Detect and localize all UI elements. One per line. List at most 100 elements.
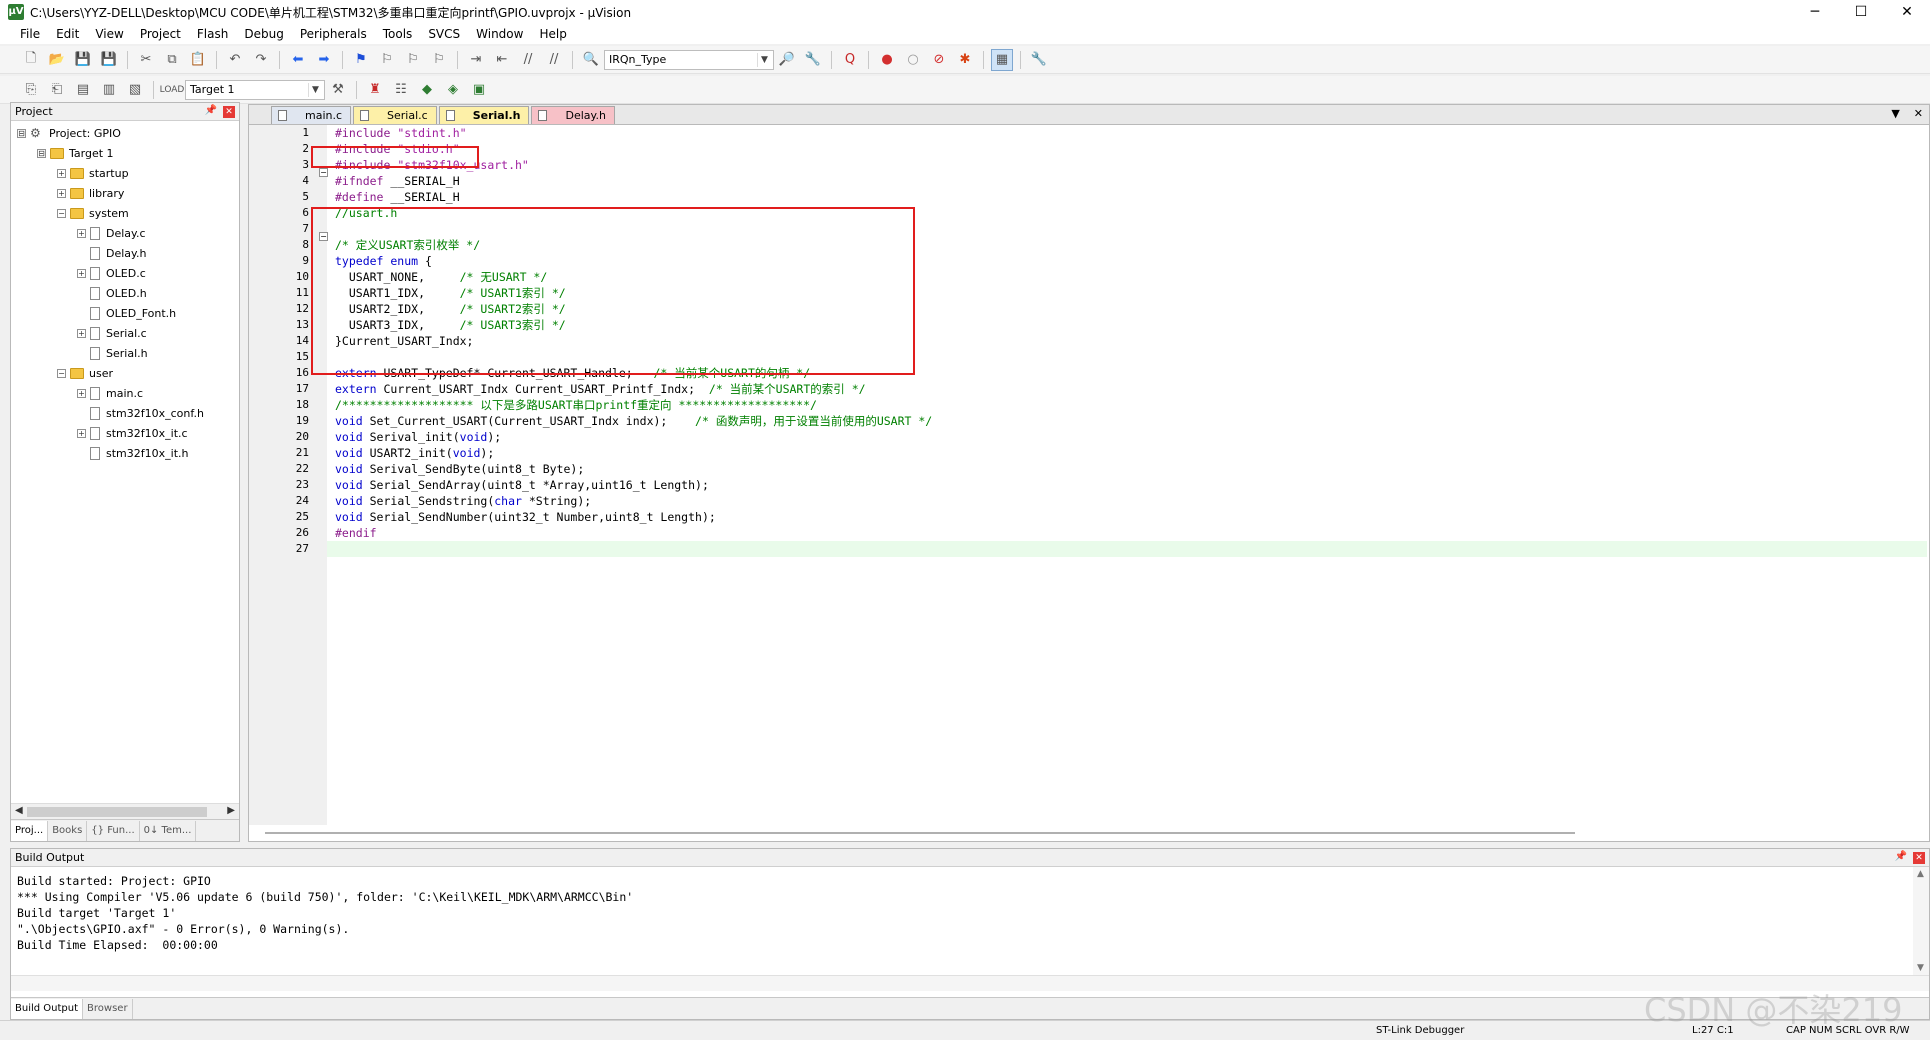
expander-icon[interactable]: + <box>77 228 86 238</box>
maximize-button[interactable]: ☐ <box>1838 0 1884 24</box>
pack-installer-icon[interactable]: ◆ <box>416 79 438 101</box>
tree-item-file[interactable]: stm32f10x_conf.h <box>11 403 239 423</box>
new-file-icon[interactable]: 🗋 <box>20 49 42 71</box>
tab-project[interactable]: Proj... <box>11 820 49 841</box>
tab-functions[interactable]: {} Fun... <box>87 820 140 841</box>
redo-icon[interactable]: ↷ <box>250 49 272 71</box>
tree-item-system[interactable]: − system <box>11 203 239 223</box>
window-layout-icon[interactable]: ▦ <box>991 48 1013 71</box>
file-extensions-icon[interactable]: ☷ <box>390 79 412 101</box>
menu-svcs[interactable]: SVCS <box>420 27 468 41</box>
tab-browser[interactable]: Browser <box>83 998 133 1019</box>
expander-icon[interactable]: + <box>77 268 86 278</box>
code-line[interactable]: /******************* 以下是多路USART串口printf重… <box>327 397 1927 413</box>
tree-item-file[interactable]: + Serial.c <box>11 323 239 343</box>
scroll-right-icon[interactable]: ▶ <box>227 805 235 816</box>
code-line[interactable]: #include "stdint.h" <box>327 125 1927 141</box>
scrollbar-thumb[interactable] <box>27 807 207 817</box>
menu-file[interactable]: File <box>12 27 48 41</box>
expander-icon[interactable]: ⊟ <box>37 148 46 158</box>
code-line[interactable] <box>327 541 1927 557</box>
download-icon[interactable]: LOAD <box>160 79 185 101</box>
menu-tools[interactable]: Tools <box>375 27 421 41</box>
find-in-files-icon[interactable]: 🔍 <box>580 49 602 71</box>
tab-main-c[interactable]: main.c <box>271 106 352 124</box>
cut-icon[interactable]: ✂ <box>135 49 157 71</box>
tree-item-library[interactable]: + library <box>11 183 239 203</box>
tree-item-file[interactable]: stm32f10x_it.h <box>11 443 239 463</box>
close-icon[interactable]: ✕ <box>1913 852 1925 864</box>
tab-delay-h[interactable]: Delay.h <box>531 106 615 124</box>
code-line[interactable]: extern Current_USART_Indx Current_USART_… <box>327 381 1927 397</box>
save-icon[interactable]: 💾 <box>72 49 94 71</box>
code-line[interactable]: void Serial_Sendstring(char *String); <box>327 493 1927 509</box>
code-line[interactable]: void Set_Current_USART(Current_USART_Ind… <box>327 413 1927 429</box>
code-line[interactable]: #define __SERIAL_H <box>327 189 1927 205</box>
menu-project[interactable]: Project <box>132 27 189 41</box>
menu-view[interactable]: View <box>87 27 131 41</box>
find-icon[interactable]: 🔎 <box>776 49 798 71</box>
rebuild-icon[interactable]: ▤ <box>72 79 94 101</box>
comment-icon[interactable]: // <box>517 49 539 71</box>
kill-all-breakpoints-icon[interactable]: ✱ <box>954 49 976 71</box>
expander-icon[interactable]: − <box>57 368 66 378</box>
tree-item-file[interactable]: + stm32f10x_it.c <box>11 423 239 443</box>
fold-marker-icon[interactable]: − <box>319 168 328 177</box>
prev-bookmark-icon[interactable]: ⚐ <box>376 49 398 71</box>
find-combo[interactable]: IRQn_Type ▼ <box>604 49 774 70</box>
navigate-forward-icon[interactable]: ➡ <box>313 49 335 71</box>
code-line[interactable]: void Serial_SendNumber(uint32_t Number,u… <box>327 509 1927 525</box>
unindent-icon[interactable]: ⇤ <box>491 49 513 71</box>
clear-bookmarks-icon[interactable]: ⚐ <box>428 49 450 71</box>
tree-item-file[interactable]: OLED_Font.h <box>11 303 239 323</box>
code-line[interactable]: #include "stm32f10x_usart.h" <box>327 157 1927 173</box>
tab-templates[interactable]: 0↓ Tem... <box>140 820 197 841</box>
tree-item-file[interactable]: Serial.h <box>11 343 239 363</box>
scroll-up-icon[interactable]: ▲ <box>1917 869 1924 879</box>
incremental-find-icon[interactable]: 🔧 <box>802 49 824 71</box>
tree-item-file[interactable]: + Delay.c <box>11 223 239 243</box>
tree-item-file[interactable]: + OLED.c <box>11 263 239 283</box>
expander-icon[interactable]: + <box>57 188 66 198</box>
tree-item-file[interactable]: Delay.h <box>11 243 239 263</box>
undo-icon[interactable]: ↶ <box>224 49 246 71</box>
pin-icon[interactable]: 📌 <box>1895 851 1907 862</box>
expander-icon[interactable]: + <box>57 168 66 178</box>
manage-project-items-icon[interactable]: ♜ <box>364 79 386 101</box>
stop-build-icon[interactable]: ▧ <box>124 79 146 101</box>
pin-icon[interactable]: 📌 <box>205 105 217 116</box>
code-line[interactable]: #include "stdio.h" <box>327 141 1927 157</box>
editor-horizontal-scrollbar[interactable] <box>249 825 1929 841</box>
tree-item-startup[interactable]: + startup <box>11 163 239 183</box>
build-horizontal-scrollbar[interactable] <box>11 975 1929 991</box>
code-area[interactable]: 1 2 3 4 5 6 7 8 9 10 11 12 13 14 15 16 17 18 19 20 21 22 23 24 2… <box>249 125 1929 825</box>
target-select[interactable]: Target 1 ▼ <box>185 79 325 100</box>
tab-serial-c[interactable]: Serial.c <box>353 106 437 124</box>
select-packs-icon[interactable]: ◈ <box>442 79 464 101</box>
kill-breakpoints-icon[interactable]: ⊘ <box>928 49 950 71</box>
menu-window[interactable]: Window <box>468 27 531 41</box>
open-file-icon[interactable]: 📂 <box>46 49 68 71</box>
menu-peripherals[interactable]: Peripherals <box>292 27 375 41</box>
code-line[interactable]: void Serival_init(void); <box>327 429 1927 445</box>
code-line[interactable]: void USART2_init(void); <box>327 445 1927 461</box>
tree-item-file[interactable]: OLED.h <box>11 283 239 303</box>
build-icon[interactable]: ⎗ <box>46 79 68 101</box>
expander-icon[interactable]: + <box>77 428 86 438</box>
code-line[interactable]: #endif <box>327 525 1927 541</box>
expander-icon[interactable]: + <box>77 328 86 338</box>
tree-item-target[interactable]: ⊟ Target 1 <box>11 143 239 163</box>
chevron-down-icon[interactable]: ▼ <box>757 52 771 67</box>
translate-icon[interactable]: ⎘ <box>20 79 42 101</box>
disable-breakpoint-icon[interactable]: ○ <box>902 49 924 71</box>
paste-icon[interactable]: 📋 <box>187 49 209 71</box>
tab-serial-h[interactable]: Serial.h <box>438 106 530 124</box>
menu-debug[interactable]: Debug <box>236 27 291 41</box>
close-icon[interactable]: ✕ <box>223 106 235 118</box>
tree-item-project[interactable]: ⊟ ⚙ Project: GPIO <box>11 123 239 143</box>
next-bookmark-icon[interactable]: ⚐ <box>402 49 424 71</box>
build-vertical-scrollbar[interactable]: ▲ ▼ <box>1913 867 1929 975</box>
uncomment-icon[interactable]: // <box>543 49 565 71</box>
breakpoint-icon[interactable]: ● <box>876 49 898 71</box>
code-line[interactable]: void Serival_SendByte(uint8_t Byte); <box>327 461 1927 477</box>
